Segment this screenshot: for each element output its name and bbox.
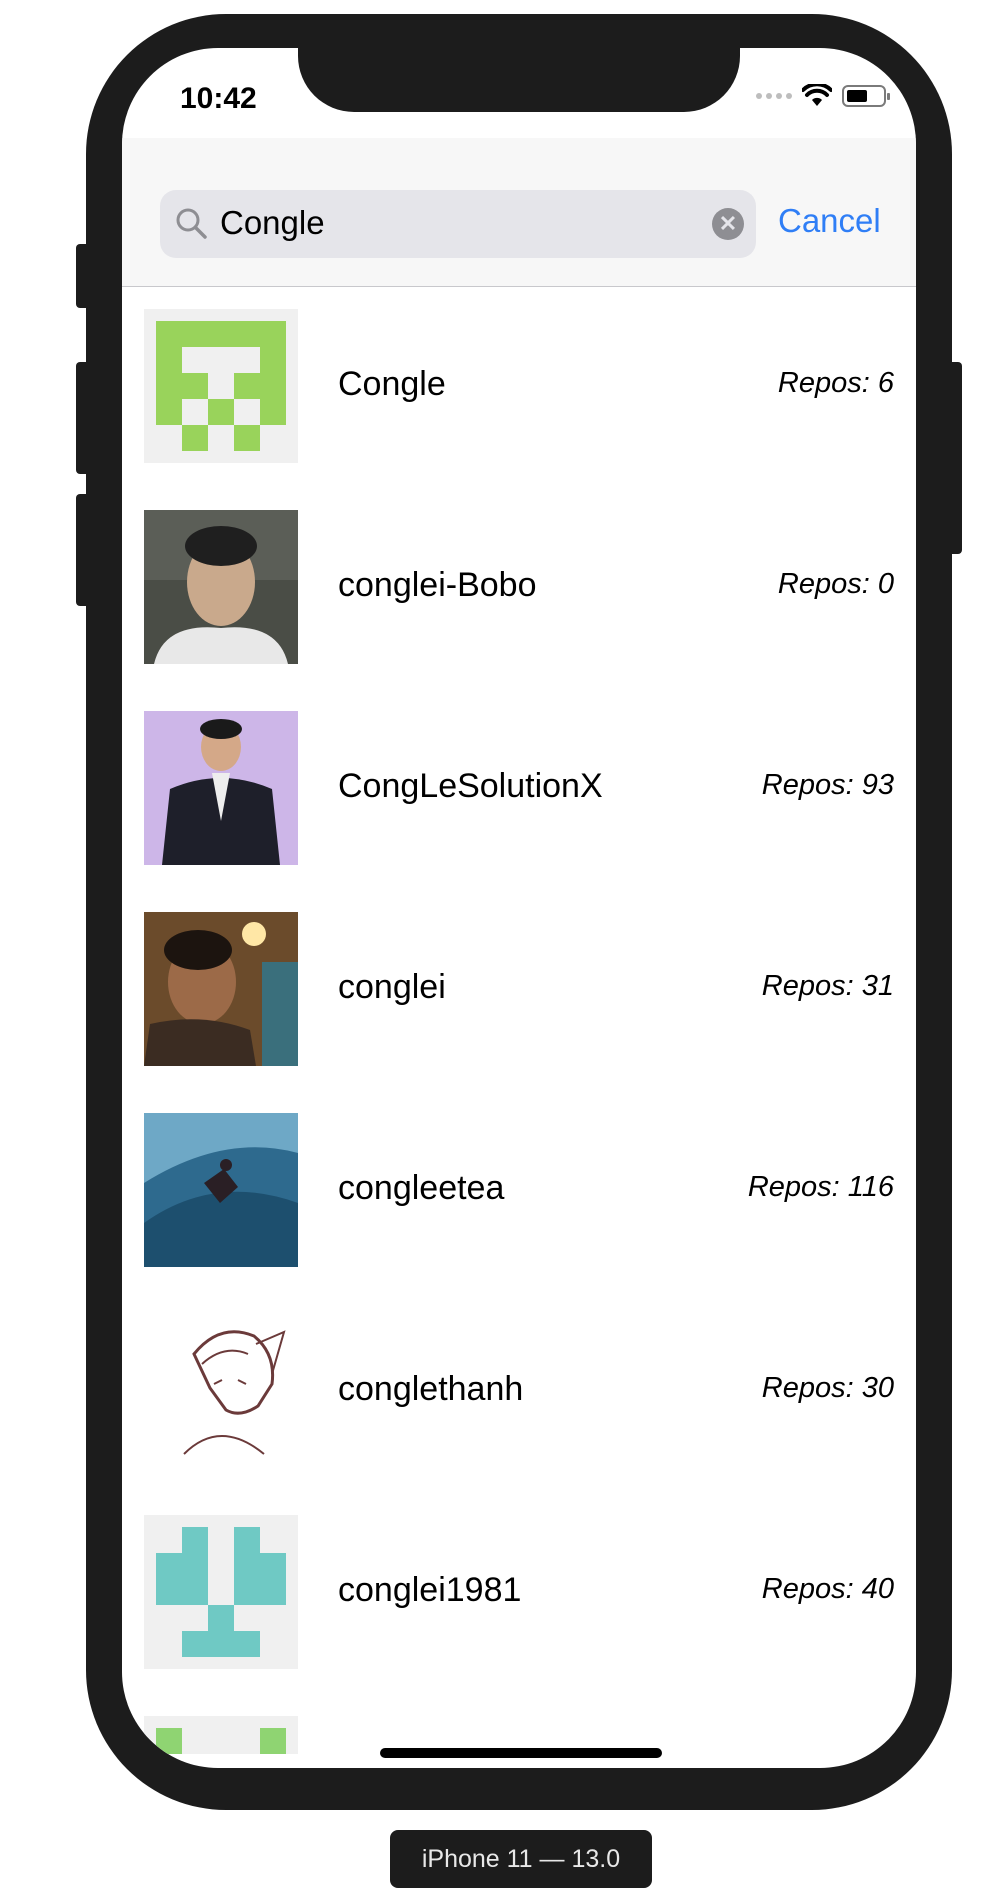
wifi-icon [802, 84, 832, 106]
search-bar-container: Congle ✕ Cancel [122, 138, 916, 287]
photo-avatar [144, 711, 298, 865]
username-label: conglei [338, 968, 446, 1006]
list-item[interactable]: conglei-Bobo Repos: 0 [122, 488, 916, 689]
phone-screen: 10:42 Congle ✕ Cancel Congle Repos: 6 co… [122, 48, 916, 1768]
username-label: congleetea [338, 1169, 505, 1207]
photo-avatar [144, 912, 298, 1066]
repos-count-label: Repos: 40 [761, 1573, 894, 1605]
status-time: 10:42 [180, 82, 257, 115]
list-item[interactable]: congleetea Repos: 116 [122, 1091, 916, 1292]
username-label: conglei-Bobo [338, 566, 537, 604]
repos-count-label: Repos: 30 [761, 1372, 894, 1404]
volume-up-button [76, 362, 90, 474]
photo-avatar [144, 1113, 298, 1267]
search-query-text: Congle [220, 204, 325, 241]
repos-count-label: Repos: 93 [761, 769, 894, 801]
list-item[interactable]: conglei1981 Repos: 40 [122, 1493, 916, 1694]
repos-count-label: Repos: 0 [777, 568, 894, 600]
username-label: conglei1981 [338, 1571, 522, 1609]
cancel-button[interactable]: Cancel [778, 202, 881, 240]
repos-count-label: Repos: 6 [777, 367, 894, 399]
sketch-avatar [144, 1314, 298, 1468]
notch [298, 48, 740, 112]
repos-count-label: Repos: 116 [747, 1171, 894, 1203]
mute-switch [76, 244, 90, 308]
status-icons [756, 84, 890, 108]
username-label: CongLeSolutionX [338, 767, 603, 805]
list-item[interactable]: CongLeSolutionX Repos: 93 [122, 689, 916, 890]
list-item[interactable]: Congle Repos: 6 [122, 287, 916, 488]
username-label: conglethanh [338, 1370, 524, 1408]
list-item[interactable]: conglei Repos: 31 [122, 890, 916, 1091]
search-input[interactable]: Congle ✕ [160, 190, 756, 258]
list-item[interactable]: conglethanh Repos: 30 [122, 1292, 916, 1493]
username-label: Congle [338, 365, 446, 403]
battery-icon [842, 85, 890, 107]
clear-text-icon[interactable]: ✕ [712, 208, 744, 240]
home-indicator [380, 1748, 662, 1758]
device-label: iPhone 11 — 13.0 [390, 1830, 652, 1888]
cellular-signal-icon [756, 93, 792, 99]
photo-avatar [144, 510, 298, 664]
identicon-avatar [144, 1716, 298, 1754]
search-results-list[interactable]: Congle Repos: 6 conglei-Bobo Repos: 0 Co… [122, 287, 916, 1768]
power-button [948, 362, 962, 554]
volume-down-button [76, 494, 90, 606]
search-icon [176, 208, 207, 239]
identicon-avatar [144, 309, 298, 463]
identicon-avatar [144, 1515, 298, 1669]
repos-count-label: Repos: 31 [761, 970, 894, 1002]
